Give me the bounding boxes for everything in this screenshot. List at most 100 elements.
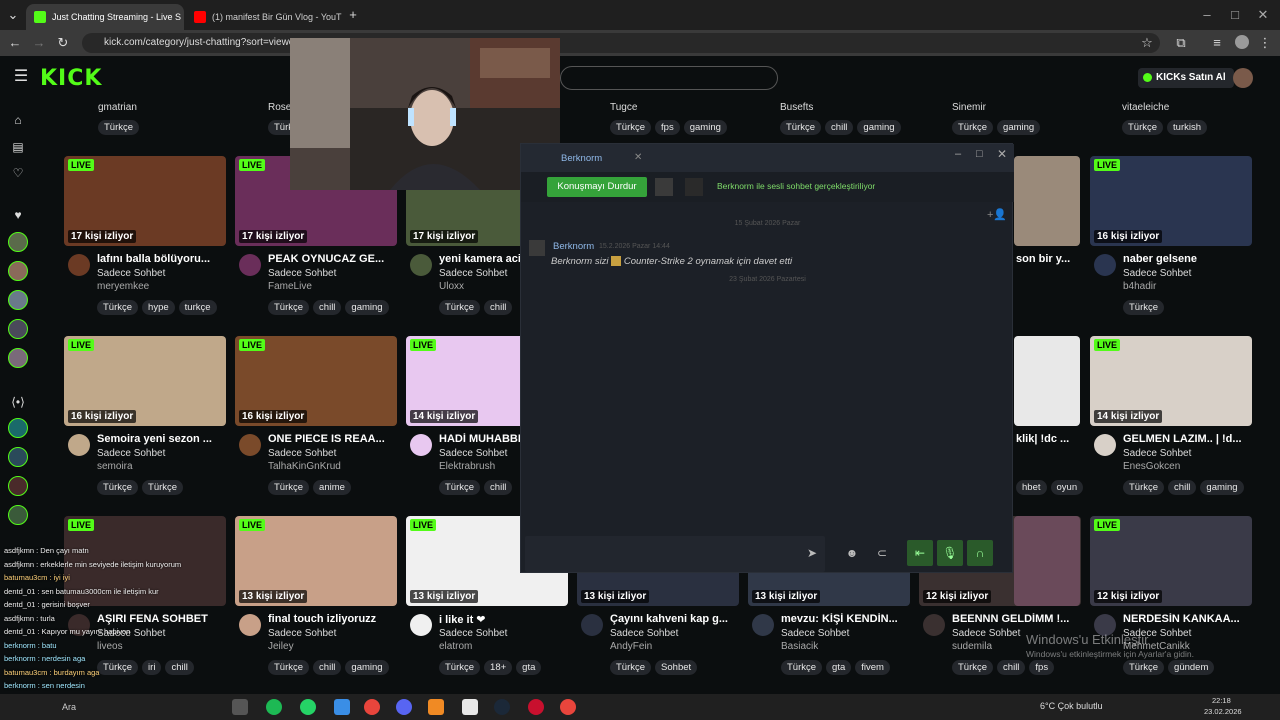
tag[interactable]: Türkçe [97, 660, 139, 675]
minimize-icon[interactable]: – [955, 148, 961, 160]
channel-name[interactable]: Tugce [610, 102, 637, 113]
channel-name[interactable]: Uloxx [439, 281, 464, 292]
headphones-icon[interactable]: ∩ [967, 540, 993, 566]
stream-title[interactable]: lafını balla bölüyoru... [97, 253, 225, 265]
stream-title[interactable]: ONE PIECE IS REAA... [268, 433, 396, 445]
channel-name[interactable]: Jeiley [268, 641, 294, 652]
tag[interactable]: turkish [1167, 120, 1208, 135]
tag[interactable]: chill [484, 480, 513, 495]
tag[interactable]: Türkçe [98, 120, 140, 135]
chat-tab-title[interactable]: Berknorm [561, 153, 602, 164]
app-icon[interactable] [528, 699, 544, 715]
stream-card[interactable]: LIVE 12 kişi izliyor NERDESİN KANKAA... Sad… [1090, 516, 1252, 698]
stop-talking-button[interactable]: Konuşmayı Durdur [547, 177, 647, 197]
stream-card[interactable] [1014, 516, 1080, 698]
tag[interactable]: Türkçe [610, 120, 652, 135]
taskbar-date[interactable]: 23.02.2026 [1204, 707, 1242, 716]
tag[interactable]: Türkçe [439, 300, 481, 315]
tag[interactable]: Türkçe [1123, 300, 1165, 315]
tag[interactable]: Türkçe [439, 660, 481, 675]
emoticon-icon[interactable]: ☻ [839, 540, 865, 566]
taskbar-time[interactable]: 22:18 [1212, 696, 1231, 705]
channel-name[interactable]: sudemila [952, 641, 992, 652]
stream-category[interactable]: Sadece Sohbet [610, 628, 678, 639]
obs-icon[interactable] [462, 699, 478, 715]
tag[interactable]: Türkçe [1122, 120, 1164, 135]
stream-card[interactable]: LIVE 14 kişi izliyor GELMEN LAZIM.. | !d..… [1090, 336, 1252, 518]
media-icon[interactable]: ≡ [1208, 34, 1226, 52]
channel-name[interactable]: Rose [268, 102, 291, 113]
channel-name[interactable]: AndyFein [610, 641, 652, 652]
channel-name[interactable]: FameLive [268, 281, 312, 292]
profile-avatar[interactable] [1235, 35, 1249, 49]
maximize-icon[interactable]: □ [976, 148, 983, 160]
tag[interactable]: anime [313, 480, 351, 495]
tag[interactable]: Sohbet [655, 660, 698, 675]
tag[interactable]: chill [825, 120, 854, 135]
stream-category[interactable]: Sadece Sohbet [268, 448, 336, 459]
spotify-icon[interactable] [266, 699, 282, 715]
search-input[interactable] [560, 66, 778, 90]
stream-category[interactable]: Sadece Sohbet [952, 628, 1020, 639]
stream-title[interactable]: final touch izliyoruzz [268, 613, 396, 625]
cloud-app-icon[interactable] [428, 699, 444, 715]
stream-category[interactable]: Sadece Sohbet [268, 628, 336, 639]
sidebar-avatar[interactable] [8, 505, 28, 525]
channel-name[interactable]: Elektrabrush [439, 461, 495, 472]
tag[interactable]: Türkçe [780, 120, 822, 135]
user-avatar[interactable] [1233, 68, 1253, 88]
tag[interactable]: gaming [997, 120, 1041, 135]
sidebar-avatar[interactable] [8, 232, 28, 252]
tag[interactable]: Türkçe [1123, 480, 1165, 495]
channel-name[interactable]: Basiacik [781, 641, 818, 652]
tab-youtube[interactable]: (1) manifest Bir Gün Vlog - YouT ✕ [186, 4, 342, 30]
channel-avatar[interactable] [239, 614, 261, 636]
minimize-window-icon[interactable]: – [1198, 6, 1216, 24]
stream-category[interactable]: Sadece Sohbet [439, 448, 507, 459]
channel-name[interactable]: gmatrian [98, 102, 137, 113]
whatsapp-icon[interactable] [300, 699, 316, 715]
channel-avatar[interactable] [752, 614, 774, 636]
stream-title[interactable]: klik| !dc ... [1016, 433, 1080, 445]
stream-title[interactable]: NERDESİN KANKAA... [1123, 613, 1251, 625]
channel-avatar[interactable] [410, 614, 432, 636]
task-view-icon[interactable] [232, 699, 248, 715]
forward-icon[interactable]: → [30, 34, 48, 52]
discord-icon[interactable] [396, 699, 412, 715]
stream-title[interactable]: mevzu: KİŞİ KENDİN... [781, 613, 909, 625]
stream-title[interactable]: naber gelsene [1123, 253, 1251, 265]
tag[interactable]: gündem [1168, 660, 1215, 675]
channel-avatar[interactable] [410, 254, 432, 276]
stream-card[interactable]: klik| !dc ... hbet oyun [1014, 336, 1084, 518]
sender-name[interactable]: Berknorm [553, 241, 594, 252]
channel-name[interactable]: semoira [97, 461, 133, 472]
tag[interactable]: chill [165, 660, 194, 675]
sidebar-avatar[interactable] [8, 476, 28, 496]
back-icon[interactable]: ← [6, 34, 24, 52]
tag[interactable]: Türkçe [268, 660, 310, 675]
attachment-icon[interactable]: ⊂ [869, 540, 895, 566]
tag[interactable]: Türkçe [268, 480, 310, 495]
home-icon[interactable]: ⌂ [10, 112, 26, 128]
hamburger-menu-icon[interactable]: ☰ [12, 68, 30, 86]
tag[interactable]: chill [313, 660, 342, 675]
tag[interactable]: chill [313, 300, 342, 315]
tag[interactable]: chill [1168, 480, 1197, 495]
sidebar-avatar[interactable] [8, 348, 28, 368]
tag[interactable]: oyun [1050, 480, 1084, 495]
taskbar-search[interactable]: Ara [62, 702, 76, 712]
send-icon[interactable]: ➤ [799, 540, 825, 566]
channel-name[interactable]: vitaeleiche [1122, 102, 1169, 113]
tag[interactable]: gaming [857, 120, 901, 135]
tag[interactable]: Türkçe [1123, 660, 1165, 675]
stream-thumbnail[interactable] [1014, 336, 1080, 426]
stream-category[interactable]: Sadece Sohbet [268, 268, 336, 279]
stream-card[interactable]: LIVE 17 kişi izliyor lafını balla bölüyoru… [64, 156, 226, 338]
stream-title[interactable]: GELMEN LAZIM.. | !d... [1123, 433, 1251, 445]
tag[interactable]: hbet [1016, 480, 1047, 495]
stream-category[interactable]: Sadece Sohbet [781, 628, 849, 639]
message-input[interactable] [525, 536, 825, 572]
new-tab-icon[interactable]: + [344, 6, 362, 24]
channel-avatar[interactable] [239, 254, 261, 276]
tag[interactable]: Türkçe [97, 300, 139, 315]
